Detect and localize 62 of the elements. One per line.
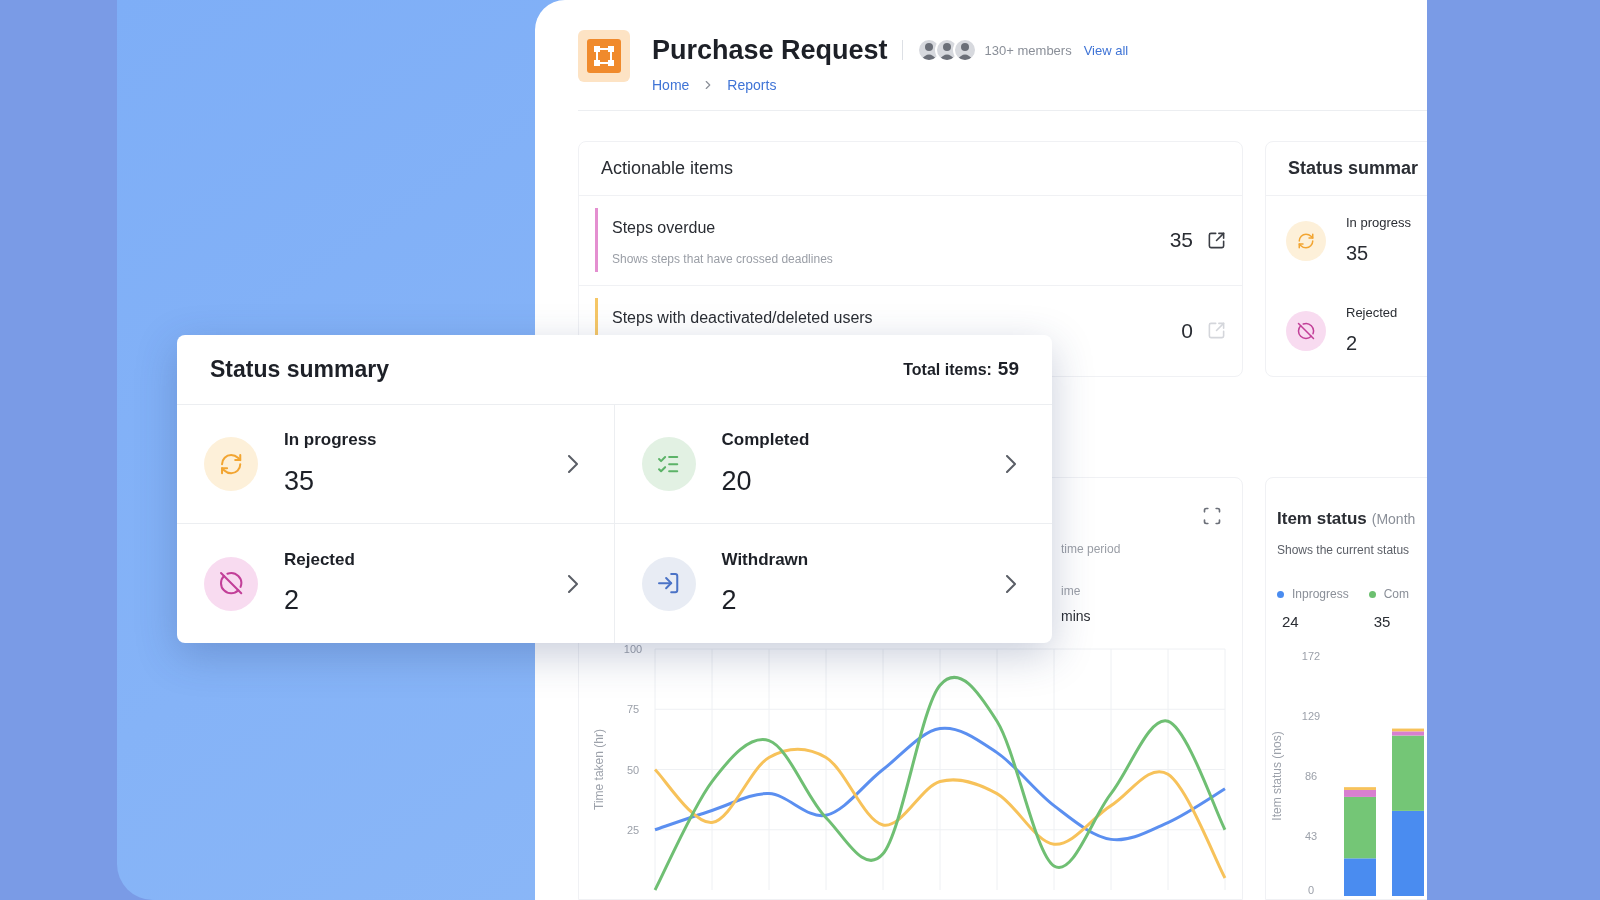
card-title: Item status <box>1277 507 1367 530</box>
status-count: 35 <box>1346 241 1370 267</box>
external-link-icon[interactable] <box>1207 230 1226 250</box>
logo-icon <box>578 30 630 82</box>
item-description: Shows steps that have crossed deadlines <box>612 250 834 268</box>
status-count: 35 <box>284 464 316 498</box>
status-label: In progress <box>284 429 378 451</box>
status-label: In progress <box>1346 213 1412 232</box>
status-count: 20 <box>721 464 753 498</box>
stat-label: ime <box>1061 582 1082 600</box>
chevron-icon <box>1006 455 1016 473</box>
status-count: 2 <box>721 584 738 617</box>
axis-tick-label: 25 <box>626 823 640 836</box>
period-label: (Month <box>1371 509 1416 529</box>
axis-tick-label: 75 <box>626 702 640 715</box>
expand-icon[interactable] <box>1202 505 1222 526</box>
card-description: Shows the current status <box>1276 542 1411 559</box>
axis-tick-label: 100 <box>623 642 643 655</box>
page-title: Purchase Request <box>652 34 888 67</box>
breadcrumb-link[interactable]: Home <box>652 74 690 96</box>
item-title: Steps overdue <box>612 217 717 238</box>
chevron-icon <box>567 455 578 473</box>
refresh-icon <box>204 437 258 491</box>
axis-tick-label: 86 <box>1304 769 1318 782</box>
legend-value: 24 <box>1281 612 1300 632</box>
legend-value: 35 <box>1372 612 1392 632</box>
status-label: Withdrawn <box>721 548 810 571</box>
list-check-icon <box>641 437 696 491</box>
status-tile[interactable]: Withdrawn 2 <box>614 524 1052 643</box>
popup-title: Status summary <box>210 355 389 385</box>
status-tile[interactable]: Completed 20 <box>614 405 1052 524</box>
status-tile[interactable]: Rejected 2 <box>177 524 615 643</box>
axis-tick-label: 129 <box>1301 709 1321 722</box>
status-label: Completed <box>721 429 811 451</box>
card-title: Actionable items <box>601 156 734 180</box>
chevron-icon <box>1006 574 1016 593</box>
status-count: 2 <box>284 584 301 617</box>
axis-title: Item status (nos) <box>1270 730 1284 821</box>
total-count: 59 <box>997 357 1019 382</box>
item-count: 0 <box>1181 317 1193 344</box>
item-count: 35 <box>1169 227 1193 254</box>
view-all-link[interactable]: View all <box>1083 40 1129 60</box>
card-title: Status summar <box>1288 156 1419 180</box>
axis-tick-label: 50 <box>626 763 640 775</box>
chevron-icon <box>567 574 578 593</box>
legend-label: Com <box>1383 586 1410 603</box>
chart-subtitle: time period <box>1061 540 1122 558</box>
legend-label: Inprogress <box>1292 586 1349 603</box>
axis-tick-label: 172 <box>1301 649 1321 662</box>
item-title: Steps with deactivated/deleted users <box>612 307 874 328</box>
axis-tick-label: 0 <box>1307 883 1315 896</box>
refresh-icon <box>1286 220 1326 261</box>
status-tile[interactable]: In progress 35 <box>177 405 615 524</box>
axis-title: Time taken (hr) <box>592 728 606 810</box>
status-count: 2 <box>1346 331 1359 357</box>
axis-tick-label: 43 <box>1304 829 1318 842</box>
member-count: 130+ members <box>984 41 1072 60</box>
breadcrumb-link[interactable]: Reports <box>727 74 777 96</box>
stat-value: mins <box>1061 606 1092 626</box>
status-label: Rejected <box>1346 303 1398 322</box>
total-label: Total items: <box>903 360 992 381</box>
status-label: Rejected <box>284 548 356 571</box>
